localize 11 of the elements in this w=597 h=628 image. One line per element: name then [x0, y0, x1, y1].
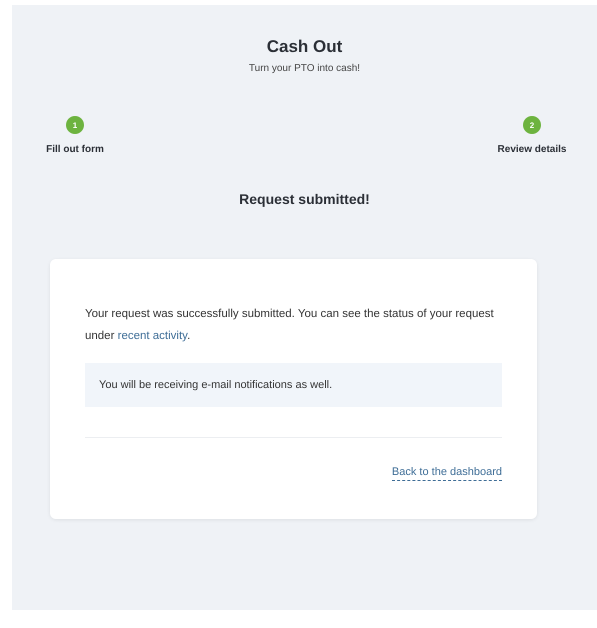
step-number: 1	[66, 116, 84, 134]
step-label: Review details	[498, 144, 566, 155]
notification-notice: You will be receiving e-mail notifications as well.	[85, 363, 502, 407]
back-to-dashboard-link[interactable]: Back to the dashboard	[392, 466, 502, 481]
step-label: Fill out form	[46, 144, 104, 155]
page-title: Cash Out	[266, 37, 344, 57]
step-number: 2	[523, 116, 541, 134]
status-heading: Request submitted!	[238, 191, 371, 207]
recent-activity-link[interactable]: recent activity	[118, 330, 188, 342]
confirmation-message: Your request was successfully submitted. You can see the status of your request under recent activity.	[85, 307, 495, 344]
page-subtitle: Turn your PTO into cash!	[248, 63, 362, 74]
